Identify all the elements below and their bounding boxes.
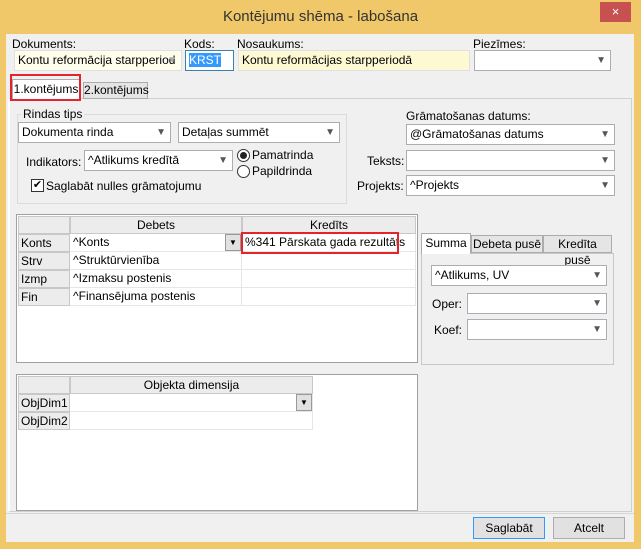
piezimes-label: Piezīmes: bbox=[473, 37, 526, 51]
debets-header: Debets bbox=[70, 216, 242, 234]
chevron-down-icon: ▼ bbox=[167, 55, 177, 66]
kods-input[interactable]: KRST bbox=[185, 50, 234, 71]
row-header-fin: Fin bbox=[18, 288, 70, 306]
save-zeros-label: Saglabāt nulles grāmatojumu bbox=[46, 179, 202, 193]
objdim1-cell[interactable]: ▼ bbox=[70, 394, 313, 412]
tab-summa[interactable]: Summa bbox=[421, 233, 471, 254]
row-header-konts: Konts bbox=[18, 234, 70, 252]
piezimes-select[interactable]: ▼ bbox=[474, 50, 611, 71]
nosaukums-label: Nosaukums: bbox=[237, 37, 304, 51]
oper-select[interactable]: ▼ bbox=[467, 293, 607, 314]
chevron-down-icon: ▼ bbox=[325, 127, 335, 138]
chevron-down-icon: ▼ bbox=[596, 55, 606, 66]
objdim2-cell[interactable] bbox=[70, 412, 313, 430]
oper-label: Oper: bbox=[432, 297, 463, 311]
dropdown-arrow-icon[interactable]: ▼ bbox=[225, 234, 241, 251]
window-title: Kontējumu shēma - labošana bbox=[222, 8, 419, 25]
dokuments-select[interactable]: Kontu reformācija starpperiod ▼ bbox=[14, 50, 182, 71]
row-type-select[interactable]: Dokumenta rinda ▼ bbox=[18, 122, 171, 143]
chevron-down-icon: ▼ bbox=[592, 298, 602, 309]
separator bbox=[6, 513, 634, 514]
debets-cell-izmp[interactable]: ^Izmaksu postenis bbox=[70, 270, 242, 288]
chevron-down-icon: ▼ bbox=[592, 324, 602, 335]
papildrinda-label: Papildrinda bbox=[252, 164, 313, 178]
dokuments-value: Kontu reformācija starpperiod bbox=[18, 53, 176, 67]
koef-select[interactable]: ▼ bbox=[467, 319, 607, 340]
chevron-down-icon: ▼ bbox=[592, 270, 602, 281]
chevron-down-icon: ▼ bbox=[218, 155, 228, 166]
debets-cell-strv[interactable]: ^Struktūrvienība bbox=[70, 252, 242, 270]
row-header-objdim2: ObjDim2 bbox=[18, 412, 70, 430]
projekts-value: ^Projekts bbox=[410, 178, 459, 192]
projekts-label: Projekts: bbox=[357, 179, 404, 193]
debets-cell-konts[interactable]: ^Konts ▼ bbox=[70, 234, 242, 252]
close-button[interactable]: × bbox=[600, 2, 631, 22]
debets-cell-fin[interactable]: ^Finansējuma postenis bbox=[70, 288, 242, 306]
pamatrinda-label: Pamatrinda bbox=[252, 148, 314, 162]
dokuments-label: Dokuments: bbox=[12, 37, 77, 51]
indikators-label: Indikators: bbox=[26, 155, 82, 169]
save-zeros-checkbox[interactable]: ✔ bbox=[31, 179, 44, 192]
save-button[interactable]: Saglabāt bbox=[473, 517, 545, 539]
indikators-value: ^Atlikums kredītā bbox=[88, 153, 179, 167]
pamatrinda-radio[interactable] bbox=[237, 149, 250, 162]
grid-corner bbox=[18, 216, 70, 234]
sum-mode-select[interactable]: Detaļas summēt ▼ bbox=[178, 122, 340, 143]
row-header-objdim1: ObjDim1 bbox=[18, 394, 70, 412]
kods-label: Kods: bbox=[184, 37, 215, 51]
koef-label: Koef: bbox=[434, 323, 463, 337]
datums-label: Grāmatošanas datums: bbox=[406, 109, 531, 123]
kredits-cell-fin[interactable] bbox=[242, 288, 416, 306]
grid-corner bbox=[18, 376, 70, 394]
cancel-button[interactable]: Atcelt bbox=[553, 517, 625, 539]
tab-debeta-puse[interactable]: Debeta pusē bbox=[471, 235, 543, 253]
teksts-select[interactable]: ▼ bbox=[406, 150, 615, 171]
summa-value: ^Atlikums, UV bbox=[435, 268, 510, 282]
kredits-cell-strv[interactable] bbox=[242, 252, 416, 270]
papildrinda-radio[interactable] bbox=[237, 165, 250, 178]
kods-value: KRST bbox=[189, 53, 222, 67]
kredits-cell-izmp[interactable] bbox=[242, 270, 416, 288]
teksts-label: Teksts: bbox=[367, 154, 405, 168]
dropdown-arrow-icon[interactable]: ▼ bbox=[296, 394, 312, 411]
highlight-box bbox=[241, 232, 399, 254]
cell-text: ^Konts bbox=[73, 235, 110, 249]
tab-2-kontejums[interactable]: 2.kontējums bbox=[83, 82, 149, 99]
chevron-down-icon: ▼ bbox=[156, 127, 166, 138]
row-header-strv: Strv bbox=[18, 252, 70, 270]
objekta-dimensija-header: Objekta dimensija bbox=[70, 376, 313, 394]
sum-mode-value: Detaļas summēt bbox=[182, 125, 269, 139]
rindas-tips-label: Rindas tips bbox=[21, 107, 85, 121]
nosaukums-input[interactable]: Kontu reformācijas starpperiodā bbox=[238, 50, 470, 71]
indikators-select[interactable]: ^Atlikums kredītā ▼ bbox=[84, 150, 233, 171]
highlight-box bbox=[10, 74, 81, 101]
row-type-value: Dokumenta rinda bbox=[22, 125, 114, 139]
tab-kredita-puse[interactable]: Kredīta pusē bbox=[543, 235, 612, 267]
datums-value: @Grāmatošanas datums bbox=[410, 127, 544, 141]
summa-select[interactable]: ^Atlikums, UV ▼ bbox=[431, 265, 607, 286]
objekta-dimensija-grid: Objekta dimensija ObjDim1 ▼ ObjDim2 bbox=[16, 374, 418, 511]
projekts-select[interactable]: ^Projekts ▼ bbox=[406, 175, 615, 196]
datums-select[interactable]: @Grāmatošanas datums ▼ bbox=[406, 124, 615, 145]
chevron-down-icon: ▼ bbox=[600, 129, 610, 140]
row-header-izmp: Izmp bbox=[18, 270, 70, 288]
chevron-down-icon: ▼ bbox=[600, 180, 610, 191]
chevron-down-icon: ▼ bbox=[600, 155, 610, 166]
